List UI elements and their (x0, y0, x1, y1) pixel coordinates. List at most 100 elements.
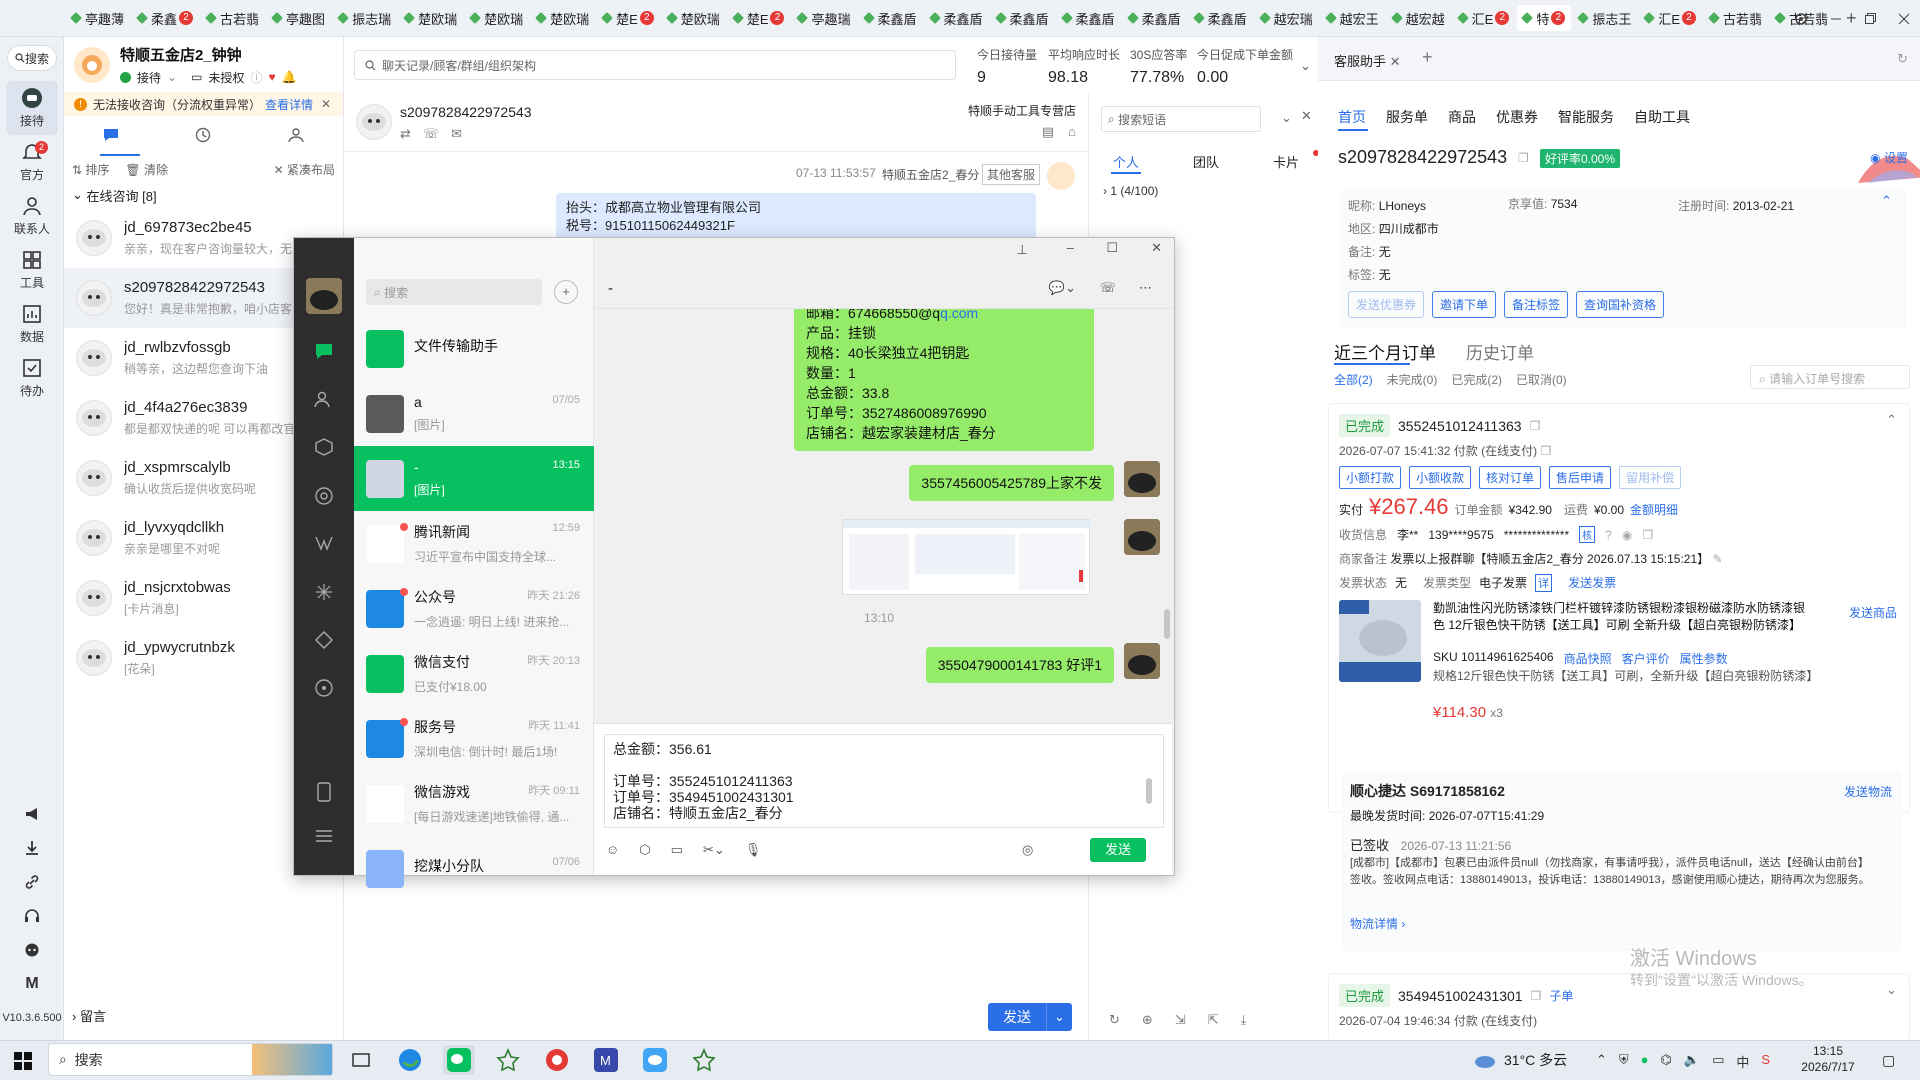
verify-icon[interactable]: 核 (1579, 526, 1596, 543)
task-view-icon[interactable] (345, 1045, 377, 1075)
online-group-header[interactable]: ⌄ 在线咨询 [8] (64, 182, 343, 208)
shop-tab[interactable]: 柔鑫 2 (132, 5, 199, 31)
shop-tab[interactable]: 越宏瑞 (1255, 5, 1319, 31)
emoji-icon[interactable]: ☺ (606, 842, 619, 858)
refresh-icon[interactable]: ↻ (1897, 51, 1908, 67)
app-star2-icon[interactable] (688, 1045, 720, 1075)
wechat-tray-icon[interactable]: ● (1641, 1052, 1649, 1071)
order-filter[interactable]: 全部(2) (1334, 371, 1373, 388)
phone-icon[interactable] (316, 782, 332, 802)
tab-card[interactable]: 卡片 (1273, 152, 1299, 171)
music-icon[interactable] (314, 678, 334, 698)
shop-tab[interactable]: 亭趣瑞 (792, 5, 856, 31)
edit-icon[interactable]: ✎ (1713, 552, 1723, 566)
m-logo[interactable]: M (0, 967, 64, 1001)
history-icon[interactable] (195, 127, 211, 143)
warning-detail-link[interactable]: 查看详情 (265, 96, 313, 113)
wechat-search-input[interactable]: ⌕ 搜索 (366, 279, 542, 305)
add-tab-icon[interactable]: + (1422, 47, 1433, 68)
logistics-link[interactable]: 物流详情 › (1350, 915, 1405, 932)
wechat-chat-item[interactable]: 微信游戏 昨天 09:11 [每日游戏速递]地铁偷得, 通... (354, 771, 594, 836)
close-icon[interactable]: ✕ (321, 97, 331, 111)
shop-tab[interactable]: 古若翡 (201, 5, 265, 31)
collapse-icon[interactable]: ⌄ (1281, 110, 1292, 126)
edge-icon[interactable] (394, 1045, 426, 1075)
close-icon[interactable]: ✕ (1390, 54, 1401, 69)
close-icon[interactable]: ✕ (1301, 108, 1312, 124)
shop-tab[interactable]: 汇E 2 (1639, 5, 1702, 31)
app-star-icon[interactable] (492, 1045, 524, 1075)
app-m-icon[interactable]: M (590, 1045, 622, 1075)
shop-tab[interactable]: 振志王 (1573, 5, 1637, 31)
scissors-icon[interactable]: ✂⌄ (703, 842, 725, 858)
tab-personal[interactable]: 个人 (1113, 152, 1139, 171)
assistant-nav-item[interactable]: 优惠券 (1496, 107, 1538, 127)
maximize-icon[interactable]: ☐ (1106, 240, 1118, 256)
snapshot-link[interactable]: 商品快照 (1564, 650, 1612, 667)
send-logistics-link[interactable]: 发送物流 (1844, 783, 1892, 800)
import-icon[interactable]: ⇲ (1175, 1012, 1186, 1028)
transfer-icon[interactable]: ⇄ (400, 126, 411, 142)
chevron-down-icon[interactable]: ⌄ (1300, 58, 1311, 74)
send-invoice-link[interactable]: 发送发票 (1568, 574, 1616, 592)
rail-item-data[interactable]: 数据 (6, 297, 58, 351)
scrollbar[interactable] (1164, 609, 1170, 639)
pin-icon[interactable]: ⊥ (1017, 242, 1028, 258)
assistant-nav-item[interactable]: 首页 (1338, 107, 1366, 127)
shop-tab[interactable]: 楚欧瑞 (465, 5, 529, 31)
assistant-nav-item[interactable]: 服务单 (1386, 107, 1428, 127)
reviews-link[interactable]: 客户评价 (1622, 650, 1670, 667)
screenshot-image[interactable] (842, 519, 1091, 595)
add-icon[interactable]: ⊕ (1142, 1012, 1153, 1028)
chat-filter-icon[interactable] (102, 127, 120, 143)
app-blue-chat-icon[interactable] (639, 1045, 671, 1075)
order-search-input[interactable]: ⌕ 请输入订单号搜索 (1750, 365, 1910, 389)
call-icon[interactable]: ☏ (1100, 280, 1116, 296)
shield-icon[interactable]: ⛨ (1619, 1052, 1629, 1071)
taskbar-clock[interactable]: 13:15 2026/7/17 (1788, 1043, 1868, 1075)
auth-status[interactable]: 未授权 (208, 69, 244, 86)
wechat-chat-item[interactable]: 服务号 昨天 11:41 深圳电信: 倒计时! 最后1场! (354, 706, 594, 771)
close-icon[interactable]: ✕ (1151, 240, 1162, 256)
chevron-up-icon[interactable]: ⌃ (1596, 1052, 1607, 1071)
assistant-nav-item[interactable]: 自助工具 (1634, 107, 1690, 127)
folder-icon[interactable]: ▭ (671, 842, 683, 858)
chat-more-icon[interactable]: 💬⌄ (1049, 280, 1076, 296)
sort-button[interactable]: ⇅ 排序 (72, 161, 109, 178)
collapse-icon[interactable]: ⌃ (1886, 412, 1897, 428)
shop-tab[interactable]: 亭趣薄 (66, 5, 130, 31)
reception-status[interactable]: 接待 (137, 69, 161, 86)
sub-order-link[interactable]: 子单 (1549, 987, 1573, 1004)
clear-button[interactable]: 🗑 清除 (125, 161, 168, 178)
product-title[interactable]: 勤凯油性闪光防锈漆铁门栏杆镀锌漆防锈银粉漆银粉磁漆防水防锈漆银色 12斤银色快干… (1433, 600, 1813, 634)
favorites-icon[interactable] (314, 438, 334, 456)
wechat-chat-item[interactable]: 公众号 昨天 21:26 一念逍遥: 明日上线! 进来抢... (354, 576, 594, 641)
rail-item-todo[interactable]: 待办 (6, 351, 58, 405)
more-icon[interactable]: ⋯ (1139, 280, 1152, 296)
voice-call-icon[interactable]: ◎ (1022, 842, 1033, 858)
message-icon[interactable]: ✉ (451, 126, 462, 142)
shop-tab[interactable]: 柔鑫盾 (925, 5, 989, 31)
taskbar-search[interactable]: ⌕ 搜索 (48, 1043, 333, 1076)
menu-icon[interactable] (314, 828, 334, 844)
amount-detail-link[interactable]: 金额明细 (1630, 501, 1678, 518)
product-image[interactable] (1339, 600, 1421, 682)
add-chat-button[interactable]: + (554, 280, 578, 304)
attributes-link[interactable]: 属性参数 (1680, 650, 1728, 667)
robot-icon[interactable] (0, 933, 64, 967)
favorite-icon[interactable]: ⬡ (639, 842, 650, 858)
copy-icon[interactable]: ❐ (1540, 444, 1551, 458)
minimize-icon[interactable] (1830, 13, 1842, 25)
rail-item-official[interactable]: 2 官方 (6, 135, 58, 189)
wechat-chat-item[interactable]: 挖煤小分队 07/06 (354, 836, 594, 901)
order-action-button[interactable]: 小额打款 (1339, 466, 1402, 489)
send-product-link[interactable]: 发送商品 (1849, 604, 1897, 621)
order-filter[interactable]: 未完成(0) (1387, 371, 1438, 388)
refresh-icon[interactable]: ↻ (1109, 1012, 1120, 1028)
phone-icon[interactable]: ☏ (423, 126, 439, 142)
expand-icon[interactable]: ⌄ (1886, 982, 1897, 998)
copy-icon[interactable]: ❐ (1531, 989, 1542, 1003)
shop-tab[interactable]: 柔鑫盾 (1057, 5, 1121, 31)
windows-start-icon[interactable] (14, 1051, 32, 1070)
assistant-nav-item[interactable]: 商品 (1448, 107, 1476, 127)
